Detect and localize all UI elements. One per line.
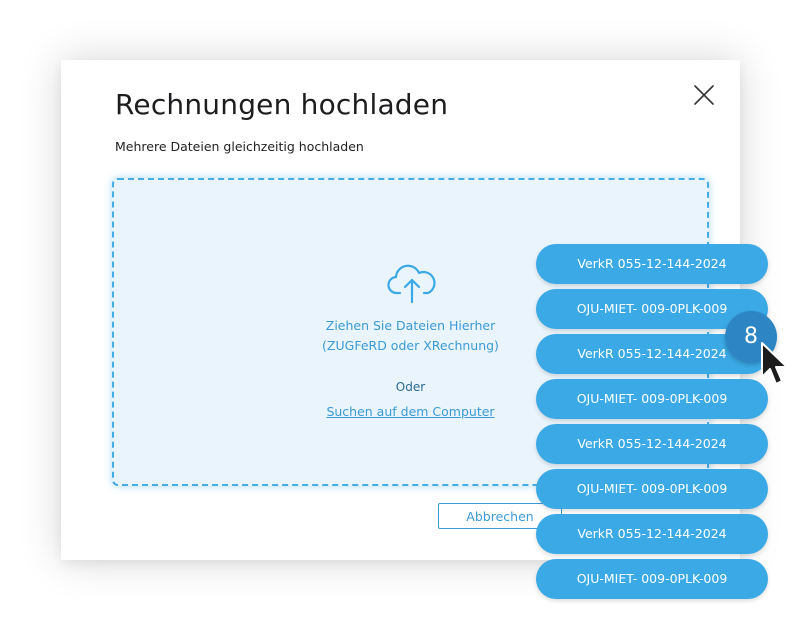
close-icon[interactable] [691,82,717,108]
cloud-upload-icon [387,260,437,304]
dragged-file-chip[interactable]: OJU-MIET- 009-0PLK-009 [536,559,768,599]
dialog-title: Rechnungen hochladen [115,88,449,121]
dragged-file-chip[interactable]: OJU-MIET- 009-0PLK-009 [536,469,768,509]
mouse-pointer-icon [757,340,791,402]
dragged-file-chip[interactable]: VerkR 055-12-144-2024 [536,514,768,554]
dragged-file-chip[interactable]: VerkR 055-12-144-2024 [536,244,768,284]
dragged-file-chip[interactable]: VerkR 055-12-144-2024 [536,424,768,464]
dialog-subtitle: Mehrere Dateien gleichzeitig hochladen [115,139,364,154]
dragged-file-chip[interactable]: OJU-MIET- 009-0PLK-009 [536,379,768,419]
